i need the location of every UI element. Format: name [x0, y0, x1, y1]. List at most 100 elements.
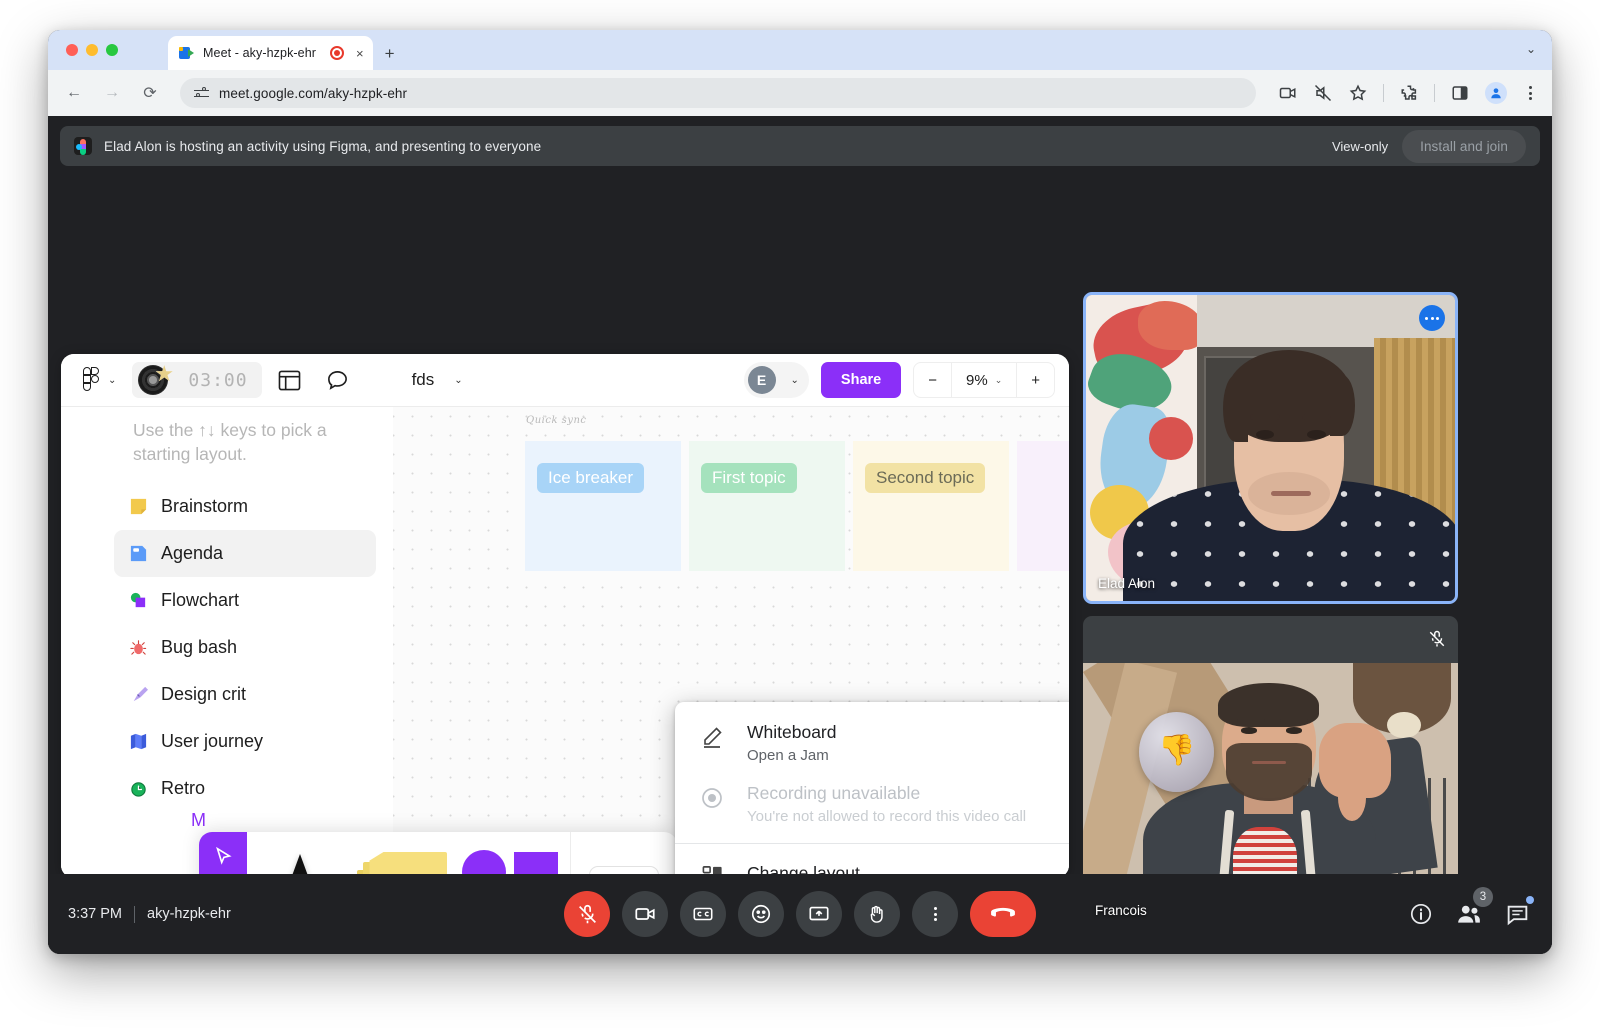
share-button[interactable]: Share	[820, 362, 902, 398]
camera-button[interactable]	[622, 891, 668, 937]
sidebar-item-agenda[interactable]: Agenda	[114, 530, 376, 577]
sticky-notes-icon[interactable]	[353, 832, 459, 878]
profile-avatar-icon[interactable]	[1485, 82, 1507, 104]
more-options-icon[interactable]	[1419, 305, 1445, 331]
layout-more-label[interactable]: M	[191, 810, 206, 831]
pen-tool-icon[interactable]	[247, 832, 353, 878]
sidebar-item-label: Brainstorm	[161, 496, 249, 516]
figma-toolbar: ⌄ ★ 03:00 fds ⌄ E ⌄ Share − 9% ⌄ +	[61, 354, 1069, 407]
figma-avatar-group[interactable]: E ⌄	[743, 362, 809, 398]
maximize-window-button[interactable]	[106, 44, 118, 56]
sticky-note[interactable]: First topic	[701, 463, 797, 493]
leave-call-button[interactable]	[970, 891, 1036, 937]
extensions-icon[interactable]	[1399, 83, 1419, 103]
back-button[interactable]: ←	[62, 81, 86, 105]
map-icon	[128, 731, 149, 752]
reload-button[interactable]: ⟳	[138, 81, 162, 105]
zoom-in-button[interactable]: +	[1017, 363, 1054, 397]
sidebar-item-user-journey[interactable]: User journey	[114, 718, 376, 765]
sidebar-item-label: Flowchart	[161, 590, 240, 610]
sidebar-item-design-crit[interactable]: Design crit	[114, 671, 376, 718]
browser-toolbar: ← → ⟳ meet.google.com/aky-hzpk-ehr	[48, 70, 1552, 116]
present-button[interactable]	[796, 891, 842, 937]
file-chevron-down-icon[interactable]: ⌄	[454, 375, 462, 386]
figma-logo-icon[interactable]	[83, 367, 101, 393]
install-and-join-button[interactable]: Install and join	[1402, 129, 1526, 163]
microphone-muted-button[interactable]	[564, 891, 610, 937]
banner-text: Elad Alon is hosting an activity using F…	[104, 138, 542, 154]
sidebar-item-brainstorm[interactable]: Brainstorm	[114, 483, 376, 530]
figma-timer-value: 03:00	[188, 369, 248, 391]
figma-layout-sidebar: Use the ↑↓ keys to pick a starting layou…	[61, 407, 393, 878]
sidebar-item-retro[interactable]: Retro	[114, 765, 376, 812]
close-window-button[interactable]	[66, 44, 78, 56]
info-icon[interactable]	[1408, 901, 1434, 927]
browser-tab[interactable]: Meet - aky-hzpk-ehr ×	[168, 36, 373, 70]
figma-presentation-panel: ⌄ ★ 03:00 fds ⌄ E ⌄ Share − 9% ⌄ + Use t…	[61, 354, 1069, 878]
zoom-out-button[interactable]: −	[914, 363, 951, 397]
sidebar-item-flowchart[interactable]: Flowchart	[114, 577, 376, 624]
menu-item-title: Whiteboard	[747, 722, 837, 742]
people-icon[interactable]: 3	[1456, 887, 1493, 927]
cursor-arrow-icon[interactable]	[199, 832, 247, 878]
sidebar-item-bug-bash[interactable]: Bug bash	[114, 624, 376, 671]
clock-icon	[128, 778, 149, 799]
more-options-button[interactable]	[912, 891, 958, 937]
activity-banner: Elad Alon is hosting an activity using F…	[60, 126, 1540, 166]
figma-file-name[interactable]: fds ⌄	[412, 370, 463, 390]
pencil-icon	[699, 724, 725, 750]
participant-name: Francois	[1095, 903, 1147, 918]
captions-button[interactable]	[680, 891, 726, 937]
comment-icon[interactable]	[318, 360, 358, 400]
screen-cast-icon[interactable]	[1278, 83, 1298, 103]
avatar-chevron-down-icon[interactable]: ⌄	[791, 375, 799, 386]
raise-hand-button[interactable]	[854, 891, 900, 937]
close-tab-button[interactable]: ×	[356, 46, 364, 61]
view-only-label: View-only	[1331, 138, 1389, 154]
toolbar-actions	[1278, 82, 1538, 104]
minimize-window-button[interactable]	[86, 44, 98, 56]
figma-timer[interactable]: ★ 03:00	[132, 362, 262, 398]
mute-tab-icon[interactable]	[1313, 83, 1333, 103]
figma-menu-chevron-icon[interactable]: ⌄	[108, 375, 116, 386]
browser-menu-icon[interactable]	[1522, 86, 1538, 100]
sidebar-item-label: Agenda	[161, 543, 224, 563]
new-tab-button[interactable]: +	[385, 44, 395, 64]
avatar: E	[747, 366, 776, 394]
address-bar[interactable]: meet.google.com/aky-hzpk-ehr	[180, 78, 1256, 108]
site-settings-icon[interactable]	[194, 86, 209, 101]
toolbar-divider	[1383, 84, 1384, 102]
bottom-right-actions: 3	[1408, 887, 1534, 927]
pointer-tool-column	[199, 832, 247, 878]
forward-button[interactable]: →	[100, 81, 124, 105]
text-tool-icon[interactable]: T	[571, 832, 677, 878]
vinyl-star-icon: ★	[138, 363, 174, 395]
layout-panel-icon[interactable]	[270, 360, 310, 400]
sticky-note[interactable]: Second topic	[865, 463, 986, 493]
chat-unread-dot	[1526, 896, 1534, 904]
tab-title: Meet - aky-hzpk-ehr	[203, 46, 317, 60]
board-heading: Quick sync	[526, 415, 587, 426]
bug-icon	[128, 637, 149, 658]
reactions-button[interactable]	[738, 891, 784, 937]
sticky-note[interactable]: Ice breaker	[537, 463, 645, 493]
chat-icon[interactable]	[1504, 896, 1534, 927]
layout-list: Brainstorm Agenda Flowchart Bug bash Des…	[114, 483, 376, 812]
record-indicator-icon[interactable]	[330, 46, 345, 60]
pen-nib-icon	[128, 684, 149, 705]
window-traffic-lights[interactable]	[66, 44, 118, 56]
meeting-code: aky-hzpk-ehr	[147, 906, 231, 922]
call-controls	[564, 891, 1036, 937]
shapes-icon[interactable]: ↱	[458, 832, 570, 878]
sidebar-item-label: Retro	[161, 778, 206, 798]
zoom-level-dropdown[interactable]: 9% ⌄	[951, 363, 1018, 397]
menu-item-subtitle: You're not allowed to record this video …	[747, 807, 1027, 825]
board-column-4	[1017, 441, 1069, 571]
side-panel-icon[interactable]	[1450, 83, 1470, 103]
participant-video	[1086, 295, 1455, 601]
bookmark-star-icon[interactable]	[1348, 83, 1368, 103]
board-column-1: Ice breaker	[525, 441, 681, 571]
video-tile-elad-alon[interactable]: Elad Alon	[1083, 292, 1458, 604]
tab-list-chevron-icon[interactable]: ⌄	[1526, 42, 1536, 56]
menu-item-whiteboard[interactable]: Whiteboard Open a Jam	[675, 712, 1069, 773]
